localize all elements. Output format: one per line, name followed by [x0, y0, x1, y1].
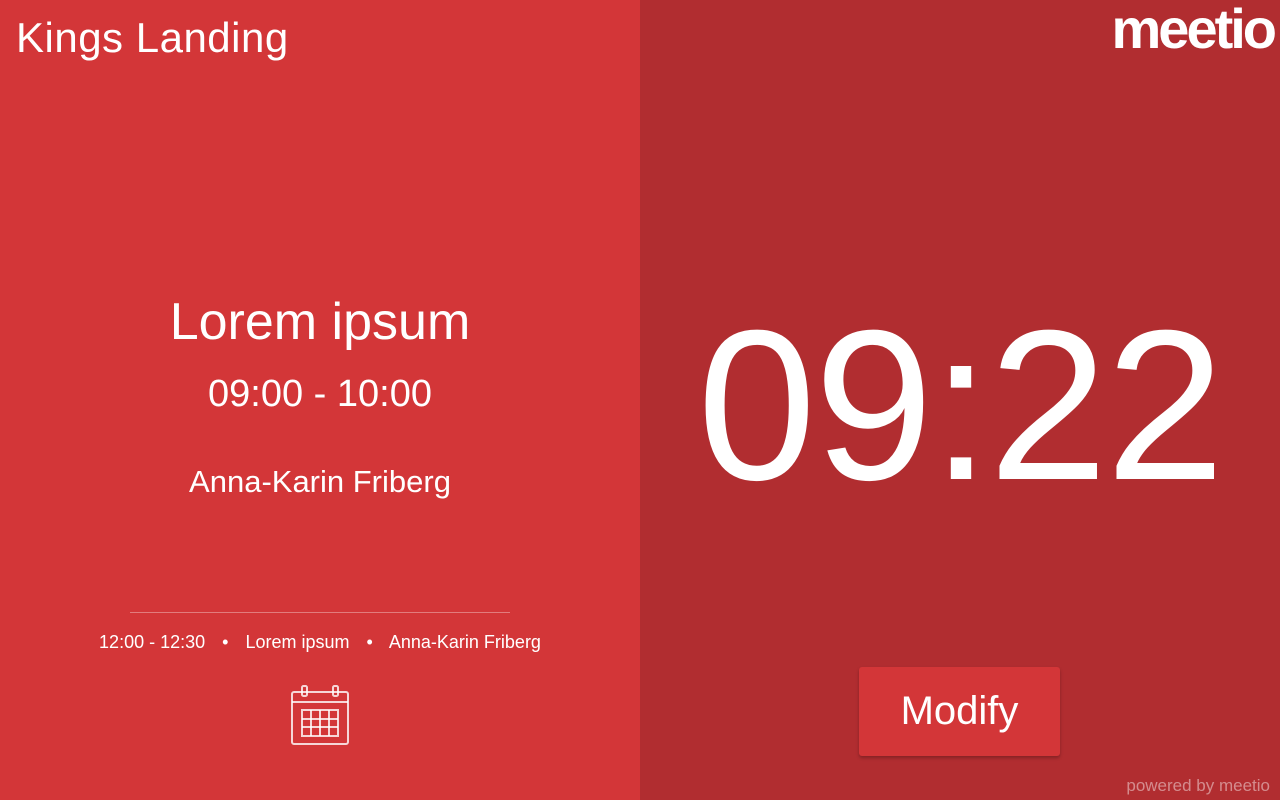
divider [130, 612, 510, 613]
next-meeting-organizer: Anna-Karin Friberg [388, 632, 541, 652]
next-meeting-title: Lorem ipsum [245, 632, 350, 652]
current-meeting: Lorem ipsum 09:00 - 10:00 Anna-Karin Fri… [0, 292, 640, 500]
clock-panel: meetio 09:22 Modify powered by meetio [640, 0, 1280, 800]
current-meeting-title: Lorem ipsum [169, 293, 471, 351]
powered-by-label: powered by meetio [1126, 776, 1270, 795]
meetio-logo: meetio [1111, 0, 1277, 60]
modify-button[interactable]: Modify [859, 667, 1060, 756]
room-name: Kings Landing [16, 14, 289, 61]
current-meeting-time: 09:00 - 10:00 [208, 373, 432, 415]
next-meeting: 12:00 - 12:30 • Lorem ipsum • Anna-Karin… [0, 631, 640, 653]
calendar-button[interactable] [286, 682, 354, 750]
current-time: 09:22 [697, 286, 1225, 525]
meeting-info-panel: Kings Landing Lorem ipsum 09:00 - 10:00 … [0, 0, 640, 800]
separator-dot: • [366, 632, 373, 652]
room-display-screen: Kings Landing Lorem ipsum 09:00 - 10:00 … [0, 0, 1280, 800]
current-meeting-organizer: Anna-Karin Friberg [189, 464, 451, 499]
separator-dot: • [222, 632, 229, 652]
calendar-icon [291, 685, 349, 745]
next-meeting-time: 12:00 - 12:30 [99, 632, 206, 652]
